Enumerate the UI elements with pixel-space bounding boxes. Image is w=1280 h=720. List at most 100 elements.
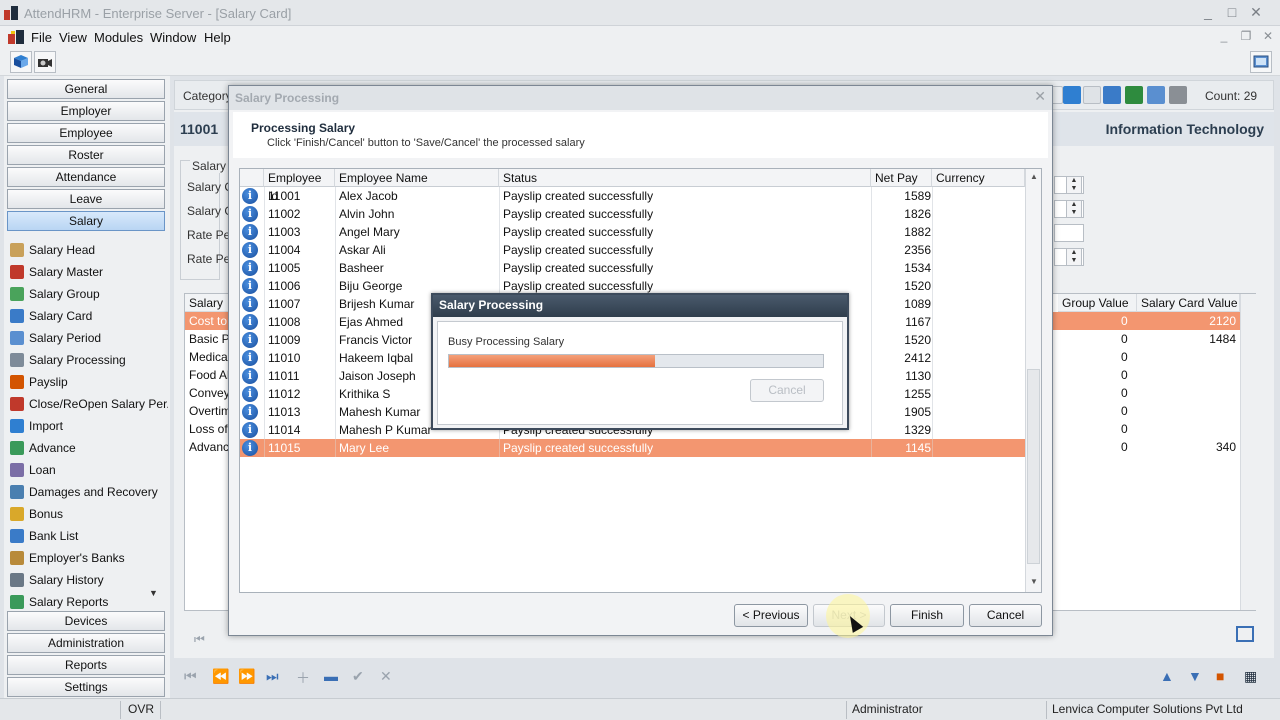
sidebar-item-salary-head[interactable]: Salary Head — [10, 240, 168, 260]
sidebar-item-close-reopen-salary-per[interactable]: Close/ReOpen Salary Per... — [10, 394, 168, 414]
sidebar-item-salary-period[interactable]: Salary Period — [10, 328, 168, 348]
nav-administration[interactable]: Administration — [7, 633, 165, 653]
prior-icon[interactable]: ⏪ — [212, 668, 229, 685]
cancel-edit-icon[interactable]: ✕ — [380, 668, 392, 685]
salary-reports-icon — [10, 595, 24, 609]
sidebar-item-salary-group[interactable]: Salary Group — [10, 284, 168, 304]
export-icon[interactable]: ■ — [1216, 668, 1224, 684]
rate-field-1[interactable] — [1054, 224, 1084, 242]
sidebar-item-damages-and-recovery[interactable]: Damages and Recovery — [10, 482, 168, 502]
remove-icon[interactable] — [1083, 86, 1101, 104]
col-status[interactable]: Status — [499, 169, 871, 187]
post-icon[interactable]: ✔ — [352, 668, 364, 685]
delete-icon[interactable]: ▬ — [324, 668, 338, 684]
grid-scrollbar[interactable] — [1240, 294, 1256, 610]
maximize-button[interactable]: □ — [1222, 4, 1242, 22]
salary-head-cell: Basic P — [189, 332, 230, 346]
menu-view[interactable]: View — [59, 30, 87, 45]
sidebar-item-employer-s-banks[interactable]: Employer's Banks — [10, 548, 168, 568]
filter-icon[interactable] — [1147, 86, 1165, 104]
nav-employee[interactable]: Employee — [7, 123, 165, 143]
nav-general[interactable]: General — [7, 79, 165, 99]
scroll-thumb[interactable] — [1027, 369, 1040, 564]
nav-employer[interactable]: Employer — [7, 101, 165, 121]
screen-icon[interactable] — [1250, 51, 1272, 73]
col-employee-id[interactable]: Employee Id — [264, 169, 335, 203]
grid-view-icon[interactable] — [1236, 626, 1254, 642]
sidebar-item-payslip[interactable]: Payslip — [10, 372, 168, 392]
info-icon: i — [242, 188, 258, 204]
sidebar-item-bank-list[interactable]: Bank List — [10, 526, 168, 546]
nav-devices[interactable]: Devices — [7, 611, 165, 631]
arrow-down-icon[interactable]: ▼ — [1188, 668, 1202, 684]
table-row[interactable]: i 11005 Basheer Payslip created successfull… — [240, 259, 1025, 277]
menu-file[interactable]: File — [31, 30, 52, 45]
excel-icon[interactable] — [1125, 86, 1143, 104]
salary-card-spinner[interactable]: ▲ ▼ — [1066, 176, 1082, 194]
table-row[interactable]: i 11015 Mary Lee Payslip created successful… — [240, 439, 1025, 457]
minimize-button[interactable]: _ — [1198, 4, 1218, 22]
sidebar-item-bonus[interactable]: Bonus — [10, 504, 168, 524]
table-row[interactable]: i 11001 Alex Jacob Payslip created successf… — [240, 187, 1025, 205]
add-icon[interactable] — [1063, 86, 1081, 104]
rate-spinner[interactable]: ▲ ▼ — [1066, 248, 1082, 266]
nav-reports[interactable]: Reports — [7, 655, 165, 675]
dialog-close-icon[interactable]: ✕ — [1034, 88, 1046, 105]
next-page-icon[interactable]: ⏩ — [238, 668, 255, 685]
arrow-up-icon[interactable]: ▲ — [1160, 668, 1174, 684]
menu-modules[interactable]: Modules — [94, 30, 143, 45]
menu-help[interactable]: Help — [204, 30, 231, 45]
employee-name-cell: Krithika S — [339, 387, 391, 401]
info-icon: i — [242, 260, 258, 276]
camera-icon[interactable] — [34, 51, 56, 73]
scroll-up-icon[interactable]: ▲ — [1029, 172, 1039, 182]
sidebar-item-salary-processing[interactable]: Salary Processing — [10, 350, 168, 370]
col-group-value[interactable]: Group Value — [1058, 294, 1137, 312]
nav-salary[interactable]: Salary — [7, 211, 165, 231]
results-scrollbar[interactable]: ▲ ▼ — [1025, 169, 1041, 592]
mdi-minimize-icon[interactable]: _ — [1216, 29, 1232, 45]
previous-button[interactable]: < Previous — [734, 604, 808, 627]
col-net-pay[interactable]: Net Pay — [871, 169, 932, 187]
nav-attendance[interactable]: Attendance — [7, 167, 165, 187]
col-employee-name[interactable]: Employee Name — [335, 169, 499, 187]
table-row[interactable]: i 11003 Angel Mary Payslip created successf… — [240, 223, 1025, 241]
col-currency[interactable]: Currency — [932, 169, 1025, 187]
mdi-close-icon[interactable]: ✕ — [1260, 29, 1276, 45]
sidebar-item-salary-master[interactable]: Salary Master — [10, 262, 168, 282]
scroll-down-icon[interactable]: ▼ — [149, 588, 161, 598]
last-icon[interactable]: ⏭ — [266, 668, 279, 685]
sidebar-item-import[interactable]: Import — [10, 416, 168, 436]
table-row[interactable]: i 11002 Alvin John Payslip created successf… — [240, 205, 1025, 223]
group-value-cell: 0 — [1121, 368, 1128, 382]
sidebar-item-salary-reports[interactable]: Salary Reports — [10, 592, 168, 612]
finish-button[interactable]: Finish — [890, 604, 964, 627]
close-window-button[interactable]: ✕ — [1246, 4, 1266, 22]
sidebar-item-salary-card[interactable]: Salary Card — [10, 306, 168, 326]
first-icon[interactable]: ⏮ — [184, 668, 197, 685]
table-row[interactable]: i 11004 Askar Ali Payslip created successfu… — [240, 241, 1025, 259]
menu-window[interactable]: Window — [150, 30, 196, 45]
sidebar-item-advance[interactable]: Advance — [10, 438, 168, 458]
nav-leave[interactable]: Leave — [7, 189, 165, 209]
mdi-restore-icon[interactable]: ❐ — [1238, 29, 1254, 45]
salary-group-spinner[interactable]: ▲ ▼ — [1066, 200, 1082, 218]
nav-settings[interactable]: Settings — [7, 677, 165, 697]
col-salary-card-value[interactable]: Salary Card Value — [1137, 294, 1240, 312]
salary-group-label: Salary — [190, 159, 229, 173]
book-icon[interactable] — [10, 51, 32, 73]
nav-roster[interactable]: Roster — [7, 145, 165, 165]
popup-cancel-button[interactable]: Cancel — [750, 379, 824, 402]
print-icon[interactable] — [1169, 86, 1187, 104]
table-icon[interactable]: ▦ — [1244, 668, 1257, 685]
scroll-down-arrow-icon[interactable]: ▼ — [1029, 577, 1039, 587]
sidebar-item-loan[interactable]: Loan — [10, 460, 168, 480]
insert-icon[interactable]: ＋ — [296, 668, 310, 688]
move-up-icon[interactable] — [1103, 86, 1121, 104]
first-record-icon[interactable]: ⏮ — [194, 632, 205, 647]
employee-name-cell: Mahesh Kumar — [339, 405, 421, 419]
progress-bar — [448, 354, 824, 368]
field-label-rate-1: Rate Pe — [187, 228, 231, 242]
cancel-button[interactable]: Cancel — [969, 604, 1042, 627]
sidebar-item-salary-history[interactable]: Salary History — [10, 570, 168, 590]
